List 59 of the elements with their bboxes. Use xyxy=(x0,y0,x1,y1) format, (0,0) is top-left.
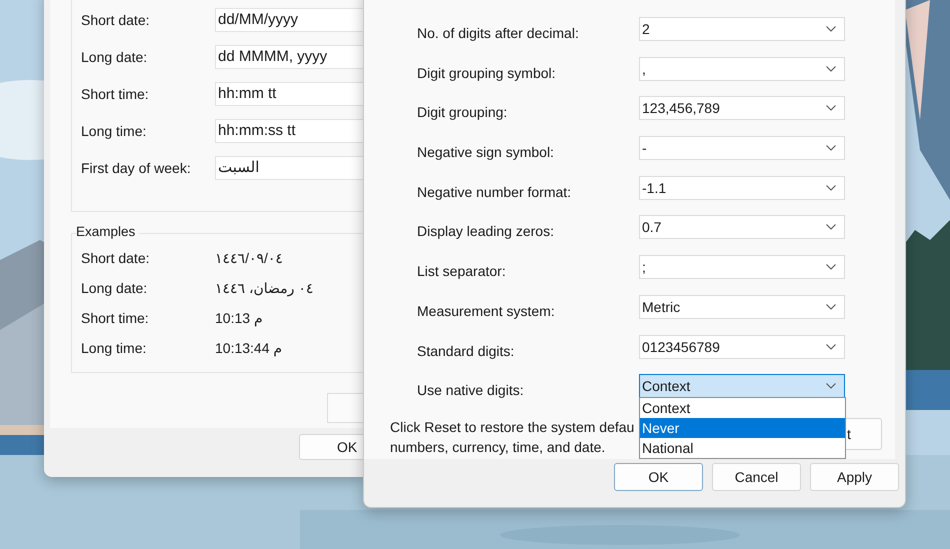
setting-label: Digit grouping symbol: xyxy=(417,64,557,81)
field-label: Long date: xyxy=(81,49,148,65)
dialog-button[interactable]: Cancel xyxy=(712,463,801,491)
dropdown-option[interactable]: Context xyxy=(640,398,845,418)
ok-button[interactable]: OK xyxy=(299,434,365,460)
dialog-button[interactable]: OK xyxy=(614,463,703,491)
dropdown[interactable]: - xyxy=(639,136,845,160)
setting-label: Digit grouping: xyxy=(417,103,508,120)
dropdown[interactable]: ; xyxy=(639,255,845,280)
setting-label: Measurement system: xyxy=(417,302,556,319)
setting-label: List separator: xyxy=(417,262,507,280)
dropdown[interactable]: 123,456,789 xyxy=(639,96,845,120)
example-label: Short date: xyxy=(81,250,150,266)
example-value: ١٤٤٦/٠٩/٠٤ xyxy=(215,250,283,266)
field-label: Short time: xyxy=(81,86,150,102)
dropdown[interactable]: 0.7 xyxy=(639,215,845,240)
setting-label: Negative number format: xyxy=(417,182,572,200)
example-value: 10:13:44 م xyxy=(215,340,282,356)
reset-note: Click Reset to restore the system defau xyxy=(390,418,634,437)
dropdown[interactable]: 2 xyxy=(639,17,845,41)
field-label: First day of week: xyxy=(81,160,192,176)
setting-label: Standard digits: xyxy=(417,342,516,358)
group-title: Examples xyxy=(76,224,140,239)
chevron-down-icon xyxy=(826,344,836,350)
setting-label: Negative sign symbol: xyxy=(417,143,555,160)
chevron-down-icon xyxy=(826,264,836,270)
example-label: Long date: xyxy=(81,280,148,296)
chevron-down-icon xyxy=(826,184,836,191)
dialog-button[interactable]: Apply xyxy=(810,463,899,491)
dropdown[interactable]: Metric xyxy=(639,294,845,319)
reset-note: numbers, currency, time, and date. xyxy=(390,438,606,457)
example-label: Long time: xyxy=(81,340,148,356)
chevron-down-icon xyxy=(826,383,836,390)
setting-label: Display leading zeros: xyxy=(417,222,555,240)
chevron-down-icon xyxy=(826,66,836,72)
dropdown[interactable]: 0123456789 xyxy=(639,334,845,358)
format-field[interactable]: dd MMMM, yyyy xyxy=(215,45,365,69)
chevron-down-icon xyxy=(826,105,836,112)
chevron-down-icon xyxy=(826,224,836,230)
example-value: ٠٤ رمضان، ١٤٤٦ xyxy=(215,280,314,296)
setting-label: Use native digits: xyxy=(417,381,525,398)
chevron-down-icon xyxy=(826,304,836,310)
format-field[interactable]: dd/MM/yyyy xyxy=(215,8,365,32)
field-label: Long time: xyxy=(81,123,148,139)
setting-label: No. of digits after decimal: xyxy=(417,24,580,41)
format-field[interactable]: hh:mm tt xyxy=(215,82,365,106)
dropdown[interactable]: Context xyxy=(639,374,845,398)
chevron-down-icon xyxy=(826,26,836,32)
format-field[interactable]: السبت xyxy=(215,156,365,180)
dropdown[interactable]: -1.1 xyxy=(639,176,845,200)
dropdown[interactable]: , xyxy=(639,56,845,81)
example-label: Short time: xyxy=(81,310,150,326)
chevron-down-icon xyxy=(826,145,836,152)
dropdown-option[interactable]: National xyxy=(640,438,845,458)
format-field[interactable]: hh:mm:ss tt xyxy=(215,119,365,143)
reset-button[interactable]: t xyxy=(844,418,882,450)
field-label: Short date: xyxy=(81,12,150,28)
example-value: 10:13 م xyxy=(215,310,263,326)
dropdown-option[interactable]: Never xyxy=(640,418,845,438)
